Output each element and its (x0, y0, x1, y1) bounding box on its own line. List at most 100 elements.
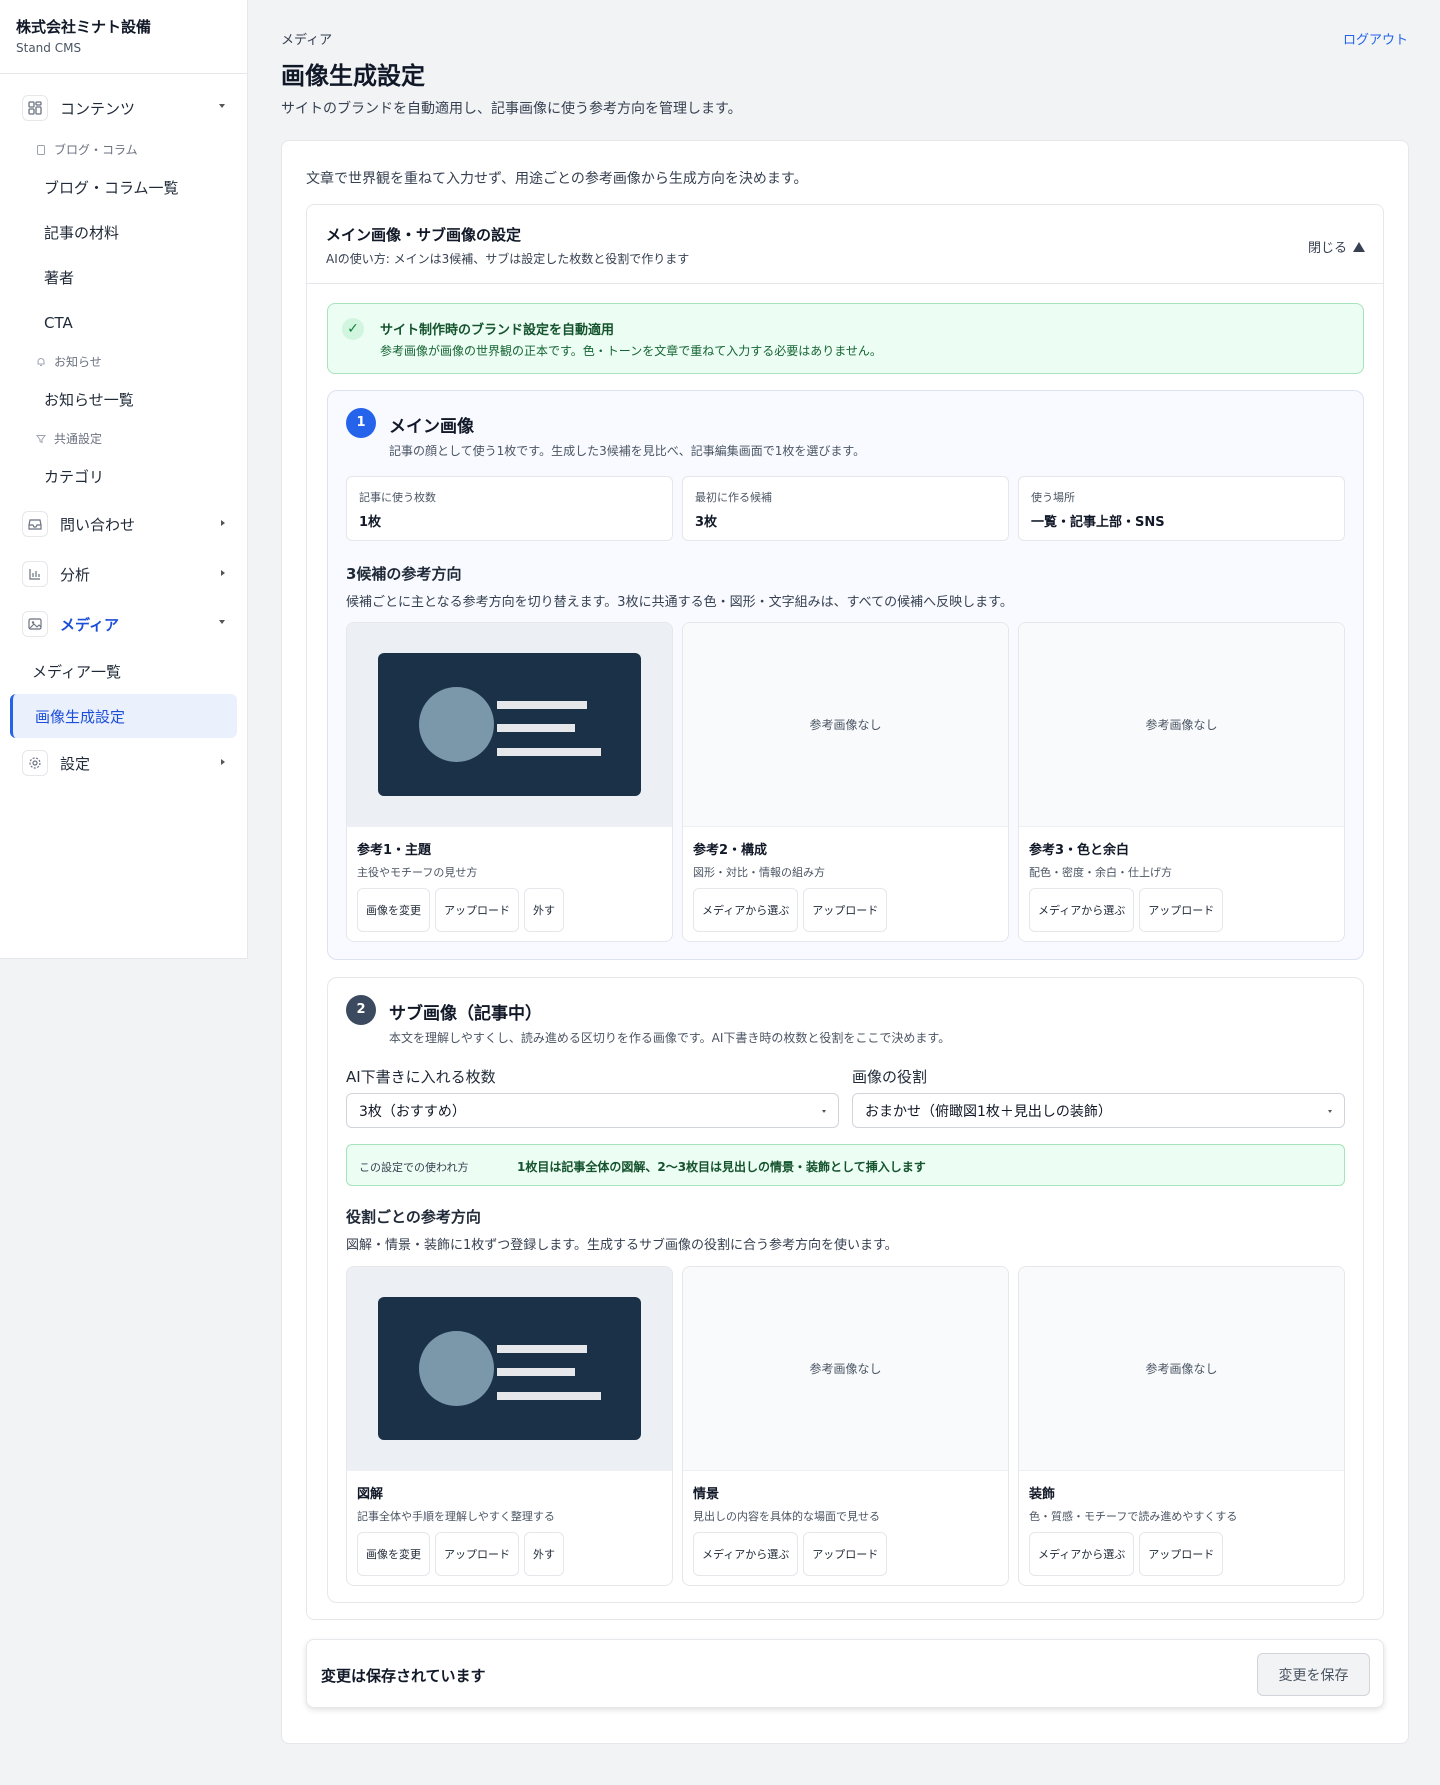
reference-title: 参考1・主題 (357, 843, 432, 858)
breadcrumb: メディア (281, 33, 333, 48)
nav-group-label: コンテンツ (60, 99, 136, 118)
sidebar-item-image-settings[interactable]: 画像生成設定 (10, 694, 237, 738)
stat-card: 記事に使う枚数 1枚 (346, 476, 673, 541)
section-subtitle: 本文を理解しやすくし、読み進める区切りを作る画像です。AI下書き時の枚数と役割を… (389, 1031, 951, 1045)
document-icon (36, 144, 46, 155)
count-select-value: 3枚（おすすめ） (359, 1103, 466, 1120)
reference-image: 参考画像なし (683, 623, 1008, 827)
notice-body: 参考画像が画像の世界観の正本です。色・トーンを文章で重ねて入力する必要はありませ… (380, 344, 882, 358)
page-title: 画像生成設定 (281, 62, 425, 90)
nav-group-label: 問い合わせ (60, 515, 136, 534)
upload-button[interactable]: アップロード (803, 1532, 888, 1576)
sidebar-item-materials[interactable]: 記事の材料 (0, 210, 247, 255)
triangle-up-icon (1353, 241, 1365, 252)
nav-group-inquiry[interactable]: 問い合わせ (0, 499, 247, 549)
nav-group-settings[interactable]: 設定 (0, 738, 247, 788)
panel-subtitle: AIの使い方: メインは3候補、サブは設定した枚数と役割で作ります (326, 252, 690, 266)
stat-card: 使う場所 一覧・記事上部・SNS (1018, 476, 1345, 541)
choose-from-media-button[interactable]: メディアから選ぶ (1029, 1532, 1135, 1576)
nav-group-label: 分析 (60, 565, 91, 584)
refs-heading: 3候補の参考方向 (346, 565, 462, 583)
subheader-label: ブログ・コラム (54, 142, 138, 157)
role-select[interactable]: おまかせ（俯瞰図1枚＋見出しの装飾） (852, 1093, 1345, 1128)
usage-text: 1枚目は記事全体の図解、2〜3枚目は見出しの情景・装飾として挿入します (517, 1160, 926, 1174)
refs-description: 候補ごとに主となる参考方向を切り替えます。3枚に共通する色・図形・文字組みは、す… (346, 595, 1013, 610)
upload-button[interactable]: アップロード (1139, 1532, 1224, 1576)
reference-card: 参考画像なし 装飾 色・質感・モチーフで読み進めやすくする メディアから選ぶ ア… (1018, 1266, 1345, 1586)
count-label: AI下書きに入れる枚数 (346, 1068, 496, 1086)
reference-card: 参考1・主題 主役やモチーフの見せ方 画像を変更 アップロード 外す (346, 622, 673, 942)
save-button[interactable]: 変更を保存 (1257, 1653, 1370, 1696)
sidebar-item-category[interactable]: カテゴリ (0, 454, 247, 499)
change-image-button[interactable]: 画像を変更 (357, 888, 430, 932)
upload-button[interactable]: アップロード (435, 1532, 519, 1576)
step-number: 2 (346, 995, 376, 1025)
reference-title: 参考2・構成 (693, 843, 768, 858)
check-icon: ✓ (342, 318, 364, 340)
no-image-placeholder: 参考画像なし (809, 718, 882, 732)
stat-label: 記事に使う枚数 (359, 491, 436, 504)
reference-desc: 主役やモチーフの見せ方 (357, 866, 478, 879)
reference-desc: 色・質感・モチーフで読み進めやすくする (1029, 1510, 1238, 1523)
reference-thumbnail (378, 653, 641, 796)
refs-heading: 役割ごとの参考方向 (346, 1208, 481, 1226)
remove-button[interactable]: 外す (524, 888, 564, 932)
change-image-button[interactable]: 画像を変更 (357, 1532, 430, 1576)
subheader-blog: ブログ・コラム (0, 133, 247, 165)
chevron-right-icon (221, 520, 225, 526)
reference-title: 図解 (357, 1487, 384, 1502)
save-bar: 変更は保存されています 変更を保存 (306, 1639, 1384, 1708)
image-settings-panel: メイン画像・サブ画像の設定 AIの使い方: メインは3候補、サブは設定した枚数と… (306, 204, 1384, 1620)
reference-desc: 配色・密度・余白・仕上げ方 (1029, 866, 1172, 879)
sidebar-item-blog-list[interactable]: ブログ・コラム一覧 (0, 165, 247, 210)
save-status: 変更は保存されています (321, 1667, 486, 1685)
nav-group-media[interactable]: メディア (0, 599, 247, 649)
image-icon (22, 611, 48, 637)
reference-card: 図解 記事全体や手順を理解しやすく整理する 画像を変更 アップロード 外す (346, 1266, 673, 1586)
upload-button[interactable]: アップロード (803, 888, 888, 932)
chevron-down-icon (822, 1110, 826, 1113)
collapse-label: 閉じる (1307, 241, 1347, 256)
gear-icon (22, 750, 48, 776)
panel-title: メイン画像・サブ画像の設定 (326, 226, 522, 244)
sidebar-item-news-list[interactable]: お知らせ一覧 (0, 377, 247, 422)
sidebar-item-authors[interactable]: 著者 (0, 255, 247, 300)
sidebar: 株式会社ミナト設備 Stand CMS コンテンツ ブログ・コラム ブログ・コラ… (0, 0, 248, 959)
filter-icon (36, 433, 46, 444)
subheader-label: お知らせ (54, 354, 102, 369)
reference-title: 情景 (693, 1487, 720, 1502)
main-image-section: 1 メイン画像 記事の顔として使う1枚です。生成した3候補を見比べ、記事編集画面… (327, 390, 1364, 960)
sidebar-item-cta[interactable]: CTA (0, 300, 247, 345)
nav-group-analytics[interactable]: 分析 (0, 549, 247, 599)
collapse-button[interactable]: 閉じる (1308, 237, 1365, 256)
no-image-placeholder: 参考画像なし (1145, 718, 1218, 732)
notice-title: サイト制作時のブランド設定を自動適用 (380, 323, 615, 338)
chevron-down-icon (219, 620, 225, 624)
logout-link[interactable]: ログアウト (1343, 29, 1408, 48)
reference-desc: 図形・対比・情報の組み方 (693, 866, 825, 879)
reference-title: 装飾 (1029, 1487, 1056, 1502)
brand: 株式会社ミナト設備 Stand CMS (0, 0, 247, 74)
page-description: サイトのブランドを自動適用し、記事画像に使う参考方向を管理します。 (281, 101, 742, 117)
section-title: メイン画像 (389, 417, 474, 437)
nav-group-contents[interactable]: コンテンツ (0, 83, 247, 133)
choose-from-media-button[interactable]: メディアから選ぶ (693, 888, 799, 932)
subheader-news: お知らせ (0, 345, 247, 377)
no-image-placeholder: 参考画像なし (1145, 1362, 1218, 1376)
upload-button[interactable]: アップロード (435, 888, 519, 932)
stat-value: 1枚 (359, 515, 382, 530)
choose-from-media-button[interactable]: メディアから選ぶ (693, 1532, 799, 1576)
sub-image-section: 2 サブ画像（記事中） 本文を理解しやすくし、読み進める区切りを作る画像です。A… (327, 977, 1364, 1603)
chevron-down-icon (219, 104, 225, 108)
remove-button[interactable]: 外す (524, 1532, 564, 1576)
count-select[interactable]: 3枚（おすすめ） (346, 1093, 839, 1128)
reference-card: 参考画像なし 参考3・色と余白 配色・密度・余白・仕上げ方 メディアから選ぶ ア… (1018, 622, 1345, 942)
stat-value: 3枚 (695, 515, 718, 530)
usage-label: この設定での使われ方 (359, 1161, 469, 1174)
choose-from-media-button[interactable]: メディアから選ぶ (1029, 888, 1135, 932)
reference-card: 参考画像なし 参考2・構成 図形・対比・情報の組み方 メディアから選ぶ アップロ… (682, 622, 1009, 942)
upload-button[interactable]: アップロード (1139, 888, 1224, 932)
sidebar-item-media-list[interactable]: メディア一覧 (0, 649, 247, 694)
nav-group-label: メディア (60, 615, 119, 634)
section-title: サブ画像（記事中） (389, 1004, 542, 1024)
